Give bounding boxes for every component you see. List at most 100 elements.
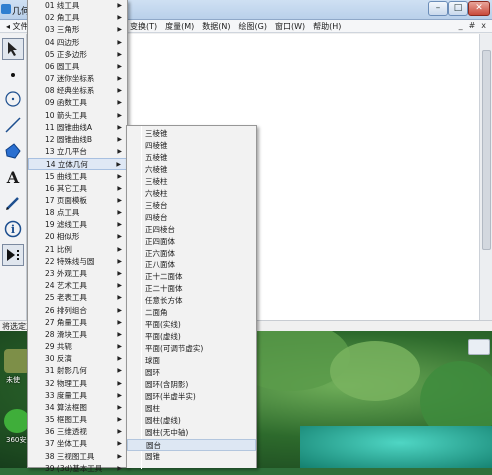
submenu-item[interactable]: 球面 xyxy=(127,355,256,367)
menu-item[interactable]: 变换(T) xyxy=(130,21,157,32)
polygon-icon[interactable] xyxy=(2,140,24,162)
submenu-arrow-icon: ▶ xyxy=(117,416,122,424)
desktop-widget[interactable] xyxy=(468,339,490,355)
menu-item[interactable]: 度量(M) xyxy=(165,21,194,32)
tool-menu-item[interactable]: 38 三视图工具 ▶ xyxy=(28,451,127,463)
tool-menu-item[interactable]: 29 共轭 ▶ xyxy=(28,341,127,353)
submenu-item[interactable]: 三棱柱 xyxy=(127,176,256,188)
tool-menu-item[interactable]: 22 特殊线与圆 ▶ xyxy=(28,256,127,268)
tool-menu-item[interactable]: 17 页面模板 ▶ xyxy=(28,195,127,207)
tool-menu-item-label: 16 其它工具 xyxy=(45,183,87,193)
tool-menu-item[interactable]: 27 角量工具 ▶ xyxy=(28,317,127,329)
tool-menu-item[interactable]: 36 三维透视 ▶ xyxy=(28,426,127,438)
tool-menu-item-label: 21 比例 xyxy=(45,244,72,254)
marker-pen-icon[interactable] xyxy=(2,192,24,214)
document-window-control[interactable]: _ xyxy=(459,21,463,30)
submenu-item[interactable]: 平面(实线) xyxy=(127,319,256,331)
submenu-item-label: 五棱锥 xyxy=(145,152,168,162)
tool-menu-item[interactable]: 32 物理工具 ▶ xyxy=(28,378,127,390)
submenu-item[interactable]: 正四面体 xyxy=(127,236,256,248)
tool-menu-item[interactable]: 18 点工具 ▶ xyxy=(28,207,127,219)
text-icon[interactable]: A xyxy=(2,166,24,188)
menu-bar-items: 变换(T) 度量(M) 数据(N) 绘图(G) 窗口(W) 帮助(H) xyxy=(130,21,341,32)
submenu-item[interactable]: 平面(可调节虚实) xyxy=(127,343,256,355)
tool-menu-item[interactable]: 03 三角形 ▶ xyxy=(28,24,127,36)
submenu-item[interactable]: 六棱锥 xyxy=(127,164,256,176)
tool-menu-item[interactable]: 33 度量工具 ▶ xyxy=(28,390,127,402)
info-icon[interactable]: i xyxy=(2,218,24,240)
tool-menu-item[interactable]: 20 相似形 ▶ xyxy=(28,231,127,243)
tool-menu-item[interactable]: 19 滤线工具 ▶ xyxy=(28,219,127,231)
tool-menu-item[interactable]: 08 经典坐标系 ▶ xyxy=(28,85,127,97)
tool-menu-item[interactable]: 21 比例 ▶ xyxy=(28,244,127,256)
tool-menu-item[interactable]: 31 射影几何 ▶ xyxy=(28,365,127,377)
maximize-button[interactable]: □ xyxy=(448,1,468,16)
document-window-control[interactable]: x xyxy=(481,21,486,30)
submenu-item[interactable]: 任意长方体 xyxy=(127,295,256,307)
tool-menu-item[interactable]: 30 反演 ▶ xyxy=(28,353,127,365)
tool-menu-item[interactable]: 14 立体几何 ▶ xyxy=(28,158,127,171)
tool-menu-item[interactable]: 09 函数工具 ▶ xyxy=(28,97,127,109)
submenu-item[interactable]: 圆台 xyxy=(127,438,256,451)
submenu-item[interactable]: 六棱柱 xyxy=(127,188,256,200)
submenu-item[interactable]: 圆柱(无中轴) xyxy=(127,427,256,439)
tool-menu-item[interactable]: 26 排列组合 ▶ xyxy=(28,305,127,317)
document-window-control[interactable]: # xyxy=(469,21,476,30)
tool-menu-item[interactable]: 02 角工具 ▶ xyxy=(28,12,127,24)
submenu-item[interactable]: 平面(虚线) xyxy=(127,331,256,343)
submenu-item[interactable]: 五棱锥 xyxy=(127,152,256,164)
tool-menu-item[interactable]: 34 算法框图 ▶ xyxy=(28,402,127,414)
tool-menu-item[interactable]: 16 其它工具 ▶ xyxy=(28,183,127,195)
tool-menu-item[interactable]: 07 迷你坐标系 ▶ xyxy=(28,73,127,85)
submenu-item[interactable]: 圆柱(虚线) xyxy=(127,415,256,427)
tool-menu-item[interactable]: 28 滑块工具 ▶ xyxy=(28,329,127,341)
tool-menu-item[interactable]: 04 四边形 ▶ xyxy=(28,37,127,49)
custom-tool-icon[interactable] xyxy=(2,244,24,266)
submenu-item[interactable]: 圆环(半虚半实) xyxy=(127,391,256,403)
submenu-item[interactable]: 正二十面体 xyxy=(127,283,256,295)
submenu-item[interactable]: 正六面体 xyxy=(127,248,256,260)
tool-menu-item[interactable]: 37 坐体工具 ▶ xyxy=(28,438,127,450)
submenu-item[interactable]: 四棱锥 xyxy=(127,140,256,152)
submenu-item[interactable]: 二面角 xyxy=(127,307,256,319)
submenu-item-label: 球面 xyxy=(145,356,160,366)
minimize-button[interactable]: – xyxy=(428,1,448,16)
tool-menu-item[interactable]: 39 (3d)基本工具 ▶ xyxy=(28,463,127,475)
submenu-item[interactable]: 正八面体 xyxy=(127,259,256,271)
menu-item[interactable]: 帮助(H) xyxy=(313,21,341,32)
tool-menu-item[interactable]: 23 外观工具 ▶ xyxy=(28,268,127,280)
tool-menu-item[interactable]: 05 正多边形 ▶ xyxy=(28,49,127,61)
tool-menu-item[interactable]: 24 艺术工具 ▶ xyxy=(28,280,127,292)
tool-menu-item-label: 36 三维透视 xyxy=(45,427,87,437)
point-icon[interactable] xyxy=(2,64,24,86)
submenu-item[interactable]: 正十二面体 xyxy=(127,271,256,283)
tool-menu-item[interactable]: 35 框图工具 ▶ xyxy=(28,414,127,426)
tool-menu-item[interactable]: 01 线工具 ▶ xyxy=(28,0,127,12)
tool-menu-item[interactable]: 13 立几平台 ▶ xyxy=(28,146,127,158)
scrollbar-thumb[interactable] xyxy=(482,50,491,250)
tool-menu-item[interactable]: 15 曲线工具 ▶ xyxy=(28,171,127,183)
menu-item[interactable]: 绘图(G) xyxy=(239,21,267,32)
submenu-item[interactable]: 三棱台 xyxy=(127,200,256,212)
line-segment-icon[interactable] xyxy=(2,114,24,136)
submenu-item[interactable]: 圆环(含阴影) xyxy=(127,379,256,391)
submenu-item[interactable]: 圆柱 xyxy=(127,403,256,415)
menu-item[interactable]: 数据(N) xyxy=(202,21,230,32)
tool-menu-item[interactable]: 25 老表工具 ▶ xyxy=(28,292,127,304)
vertical-scrollbar[interactable] xyxy=(479,34,492,320)
tool-menu-item[interactable]: 10 箭头工具 ▶ xyxy=(28,110,127,122)
tool-menu-item[interactable]: 06 圆工具 ▶ xyxy=(28,61,127,73)
submenu-arrow-icon: ▶ xyxy=(117,269,122,277)
menu-item[interactable]: 窗口(W) xyxy=(275,21,305,32)
submenu-item[interactable]: 四棱台 xyxy=(127,212,256,224)
submenu-item[interactable]: 三棱锥 xyxy=(127,128,256,140)
close-button[interactable]: ✕ xyxy=(468,1,490,16)
tool-menu-item[interactable]: 12 圆锥曲线B ▶ xyxy=(28,134,127,146)
menu-file[interactable]: ◂ 文件 xyxy=(6,21,29,32)
submenu-item[interactable]: 正四棱台 xyxy=(127,224,256,236)
submenu-item[interactable]: 圆锥 xyxy=(127,451,256,463)
arrow-select-icon[interactable] xyxy=(2,38,24,60)
submenu-item[interactable]: 圆环 xyxy=(127,367,256,379)
tool-menu-item[interactable]: 11 圆锥曲线A ▶ xyxy=(28,122,127,134)
compass-circle-icon[interactable] xyxy=(2,88,24,110)
